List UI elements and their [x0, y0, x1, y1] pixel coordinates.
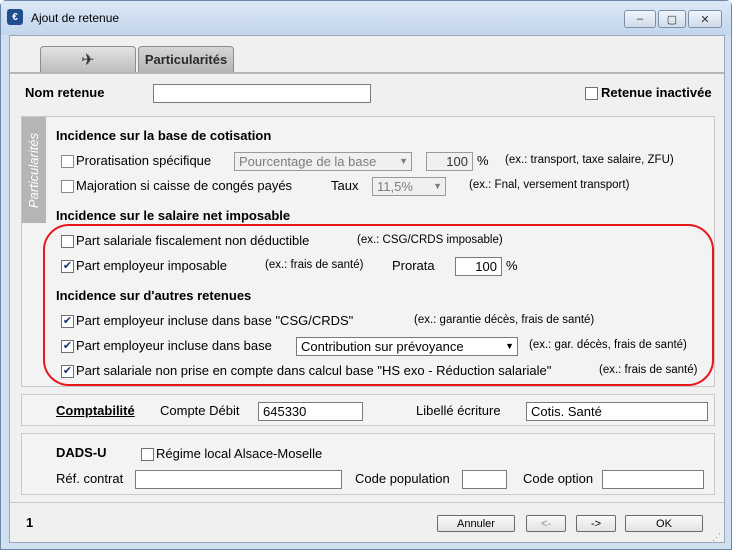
code-population-label: Code population — [355, 471, 450, 486]
dadsu-panel: DADS-U Régime local Alsace-Moselle Réf. … — [21, 433, 715, 495]
taux-label: Taux — [331, 178, 359, 193]
proratisation-unit: % — [477, 153, 489, 168]
ref-contrat-input[interactable] — [135, 470, 342, 489]
footer-divider — [10, 502, 724, 503]
app-icon: € — [7, 9, 23, 25]
particularites-panel: Particularités Incidence sur la base de … — [21, 116, 715, 387]
code-option-input[interactable] — [602, 470, 704, 489]
tab-general[interactable]: ✈ — [40, 46, 136, 72]
title-bar: € Ajout de retenue – ▢ ✕ — [1, 1, 731, 35]
minimize-icon: – — [636, 13, 644, 25]
ok-button[interactable]: OK — [625, 515, 703, 532]
maximize-icon: ▢ — [666, 13, 678, 26]
highlight-outline — [43, 224, 714, 386]
window-title: Ajout de retenue — [31, 11, 120, 25]
proratisation-checkbox[interactable] — [61, 155, 74, 168]
majoration-checkbox[interactable] — [61, 180, 74, 193]
section-base-cotisation-title: Incidence sur la base de cotisation — [56, 128, 272, 143]
dialog-window: € Ajout de retenue – ▢ ✕ ✈ Particularité… — [0, 0, 732, 550]
majoration-example: (ex.: Fnal, versement transport) — [469, 179, 630, 191]
compte-debit-label: Compte Débit — [160, 403, 240, 418]
minimize-button[interactable]: – — [624, 10, 656, 28]
proratisation-example: (ex.: transport, taxe salaire, ZFU) — [505, 154, 674, 166]
maximize-button[interactable]: ▢ — [658, 10, 686, 28]
libelle-ecriture-label: Libellé écriture — [416, 403, 501, 418]
side-tab: Particularités — [22, 117, 46, 223]
previous-button[interactable]: <- — [526, 515, 566, 532]
tab-divider — [10, 72, 724, 74]
airplane-icon: ✈ — [81, 51, 95, 69]
taux-select-value: 11,5% — [377, 179, 413, 194]
tab-particularites[interactable]: Particularités — [138, 46, 234, 72]
majoration-label: Majoration si caisse de congés payés — [76, 178, 293, 193]
retenue-inactivee-checkbox[interactable] — [585, 87, 598, 100]
proratisation-select-value: Pourcentage de la base — [239, 154, 377, 169]
taux-select[interactable]: 11,5% ▼ — [372, 177, 446, 196]
dialog-client-area: ✈ Particularités Nom retenue Retenue ina… — [9, 35, 725, 543]
comptabilite-panel: Comptabilité Compte Débit 645330 Libellé… — [21, 394, 715, 426]
section-salaire-net-title: Incidence sur le salaire net imposable — [56, 208, 291, 223]
code-option-label: Code option — [523, 471, 594, 486]
ref-contrat-label: Réf. contrat — [56, 471, 124, 486]
chevron-down-icon: ▼ — [399, 156, 408, 166]
regime-local-label: Régime local Alsace-Moselle — [156, 446, 323, 461]
proratisation-select[interactable]: Pourcentage de la base ▼ — [234, 152, 412, 171]
next-button[interactable]: -> — [576, 515, 616, 532]
regime-local-checkbox[interactable] — [141, 448, 154, 461]
proratisation-label: Proratisation spécifique — [76, 153, 212, 168]
code-population-input[interactable] — [462, 470, 507, 489]
tab-particularites-label: Particularités — [144, 52, 228, 67]
proratisation-value-input[interactable]: 100 — [426, 152, 473, 171]
chevron-down-icon: ▼ — [433, 181, 442, 191]
nom-retenue-input[interactable] — [153, 84, 371, 103]
page-number: 1 — [26, 515, 34, 530]
annuler-button[interactable]: Annuler — [437, 515, 515, 532]
resize-grip-icon[interactable]: ⋰ — [712, 532, 722, 542]
comptabilite-title[interactable]: Comptabilité — [56, 403, 135, 418]
close-icon: ✕ — [700, 13, 710, 26]
dadsu-title: DADS-U — [56, 445, 107, 460]
compte-debit-input[interactable]: 645330 — [258, 402, 363, 421]
nom-retenue-label: Nom retenue — [25, 85, 105, 100]
retenue-inactivee-label: Retenue inactivée — [601, 85, 712, 100]
close-button[interactable]: ✕ — [688, 10, 722, 28]
libelle-ecriture-input[interactable]: Cotis. Santé — [526, 402, 708, 421]
side-tab-label: Particularités — [26, 132, 42, 208]
